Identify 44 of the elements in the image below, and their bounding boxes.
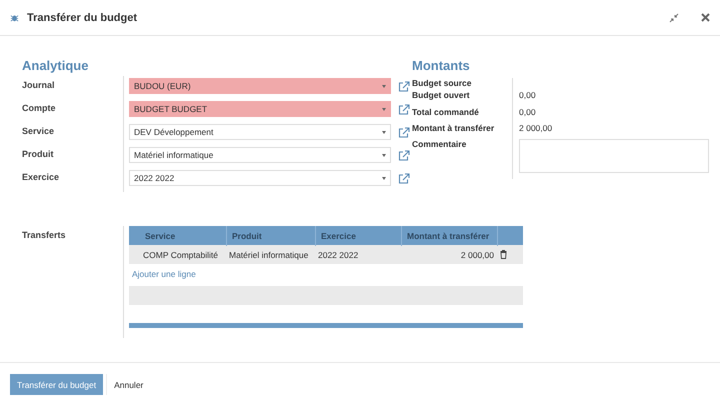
external-link-icon[interactable] — [398, 104, 410, 114]
field-label: Journal — [22, 80, 56, 92]
close-icon[interactable] — [701, 13, 710, 22]
external-link-icon[interactable] — [398, 150, 410, 160]
amount-value: 0,00 — [519, 107, 537, 119]
table-row[interactable]: COMP Comptabilité Matériel informatique 2022 2022 2 000,00 — [129, 245, 523, 264]
select-field[interactable]: 2022 2022 — [129, 170, 391, 186]
amount-label: Budget ouvert — [412, 90, 471, 102]
caret-icon — [382, 154, 386, 156]
add-line-link[interactable]: Ajouter une ligne — [132, 269, 196, 279]
comment-field[interactable] — [519, 139, 709, 173]
table-cell-text: Matériel informatique — [228, 250, 310, 260]
amount-value: 2 000,00 — [519, 123, 554, 135]
table-cell-text: COMP Comptabilité — [142, 250, 219, 260]
field-label: Produit — [22, 149, 54, 161]
select-field[interactable]: Matériel informatique — [129, 147, 391, 163]
section-heading: Montants — [412, 58, 471, 75]
external-link-icon[interactable] — [398, 126, 410, 138]
comment-label: Commentaire — [412, 139, 468, 151]
collapse-icon[interactable] — [669, 12, 679, 22]
select-field[interactable]: BUDOU (EUR) — [129, 78, 391, 94]
amount-label: Total commandé — [412, 107, 480, 119]
window-title: Transférer du budget — [27, 12, 138, 24]
amount-value: 0,00 — [519, 90, 537, 102]
field-label: Transferts — [22, 229, 67, 242]
caret-icon — [382, 84, 386, 88]
field-label: Service — [22, 126, 56, 138]
amount-label: Budget source — [412, 78, 473, 87]
column-header: Service — [144, 230, 176, 243]
select-field[interactable]: BUDGET BUDGET — [129, 101, 391, 117]
section-heading: Analytique — [22, 58, 90, 75]
trash-icon[interactable] — [500, 250, 507, 259]
field-label: Compte — [22, 103, 56, 115]
caret-icon — [382, 176, 386, 180]
external-link-icon[interactable] — [398, 172, 410, 184]
field-label: Exercice — [22, 172, 60, 184]
caret-icon — [382, 130, 386, 134]
table-cell-text: 2 000,00 — [460, 250, 495, 260]
caret-icon — [382, 108, 386, 110]
table-cell-text: 2022 2022 — [317, 250, 360, 260]
bug-icon — [10, 13, 19, 22]
select-field[interactable]: DEV Développement — [129, 124, 391, 140]
amount-label: Montant à transférer — [412, 123, 496, 135]
external-link-icon[interactable] — [398, 80, 410, 92]
